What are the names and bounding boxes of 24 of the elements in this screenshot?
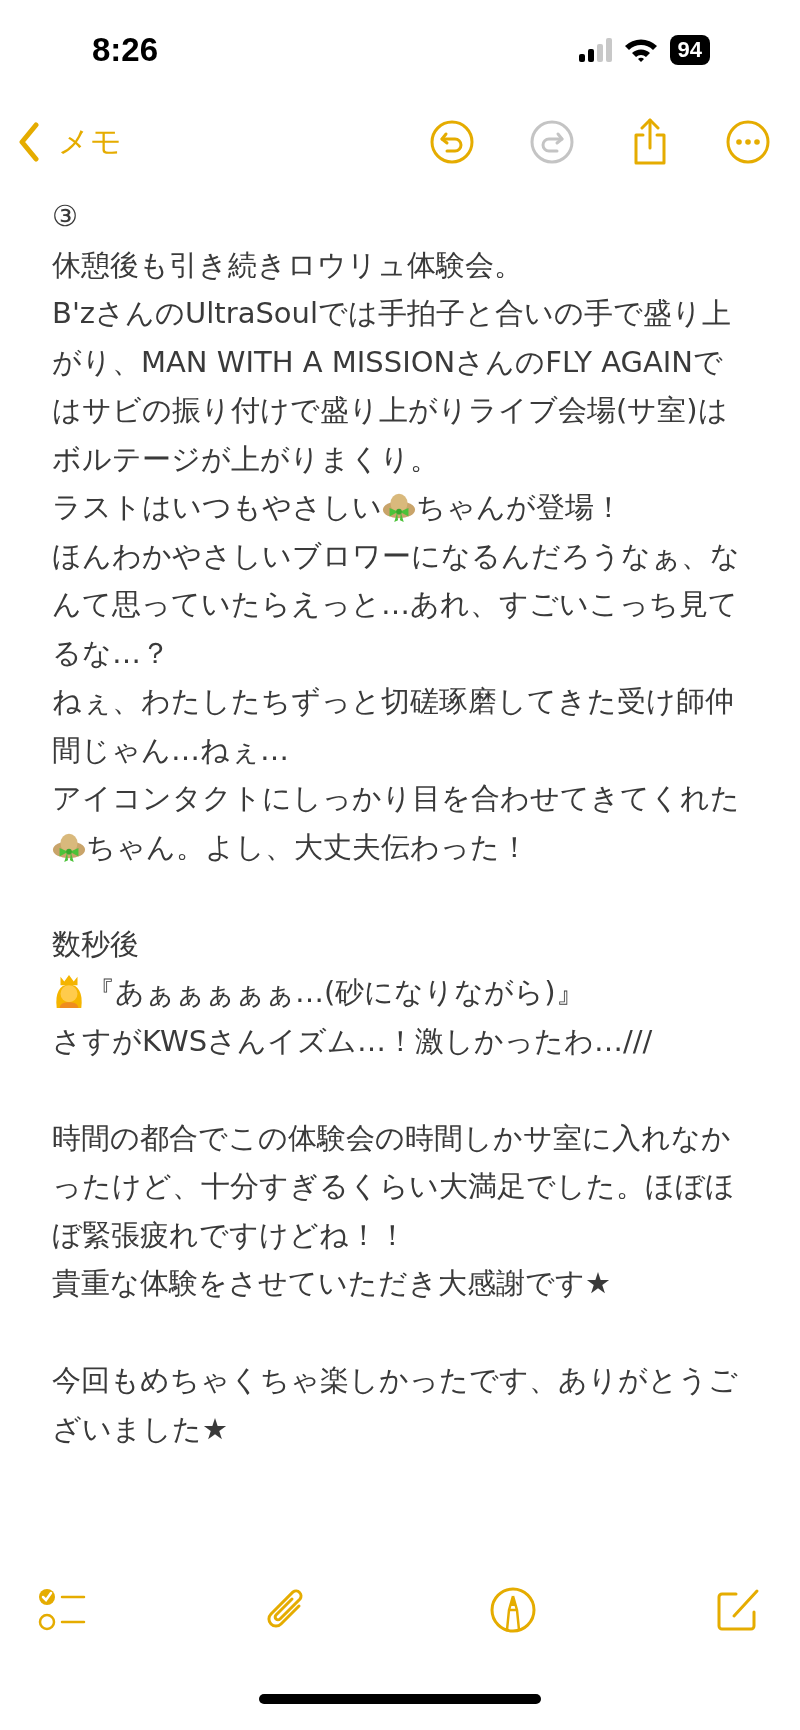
note-text: ちゃんが登場！ <box>416 490 623 524</box>
note-text: 『あぁぁぁぁぁ…(砂になりながら)』 <box>86 975 585 1009</box>
undo-button[interactable] <box>430 120 474 164</box>
note-text: B'zさんのUltraSoulでは手拍子と合いの手で盛り上がり、MAN WITH A MISSIONさんのFLY AGAINではサビの振り付けで盛り上がりライブ会場(サ室)はボルテージが上がりまくり。 <box>52 296 732 476</box>
note-text: ほんわかやさしいブロワーになるんだろうなぁ、なんて思っていたらえっと…あれ、すごいこっち見てるな…？ <box>52 538 740 670</box>
markup-icon[interactable] <box>488 1586 537 1634</box>
note-text: 時間の都合でこの体験会の時間しかサ室に入れなかったけど、十分すぎるくらい大満足でした。ほぼほぼ緊張疲れですけどね！！ <box>52 1120 735 1252</box>
back-link[interactable]: メモ <box>18 121 122 163</box>
wifi-icon <box>623 38 658 62</box>
signal-icon <box>577 38 612 62</box>
note-text: 今回もめちゃくちゃ楽しかったです、ありがとうございました★ <box>52 1363 738 1446</box>
note-text: アイコンタクトにしっかり目を合わせてきてくれた <box>52 781 740 815</box>
note-text: ③ <box>52 199 78 233</box>
note-text: 貴重な体験をさせていただき大感謝です★ <box>52 1266 611 1300</box>
note-text: ラストはいつもやさしい <box>52 490 382 524</box>
chevron-left-icon <box>18 122 40 162</box>
more-icon[interactable] <box>726 120 770 164</box>
note-text: ちゃん。よし、大丈夫伝わった！ <box>86 829 529 864</box>
note-text: 数秒後 <box>52 926 139 961</box>
battery-indicator: 94 <box>669 35 710 65</box>
note-text: さすがKWSさんイズム…！激しかったわ…/// <box>52 1023 653 1058</box>
status-time: 8:26 <box>92 31 159 69</box>
note-text: 休憩後も引き続きロウリュ体験会。 <box>52 247 523 282</box>
note-text: ねぇ、わたしたちずっと切磋琢磨してきた受け師仲間じゃん…ねぇ… <box>52 684 734 767</box>
